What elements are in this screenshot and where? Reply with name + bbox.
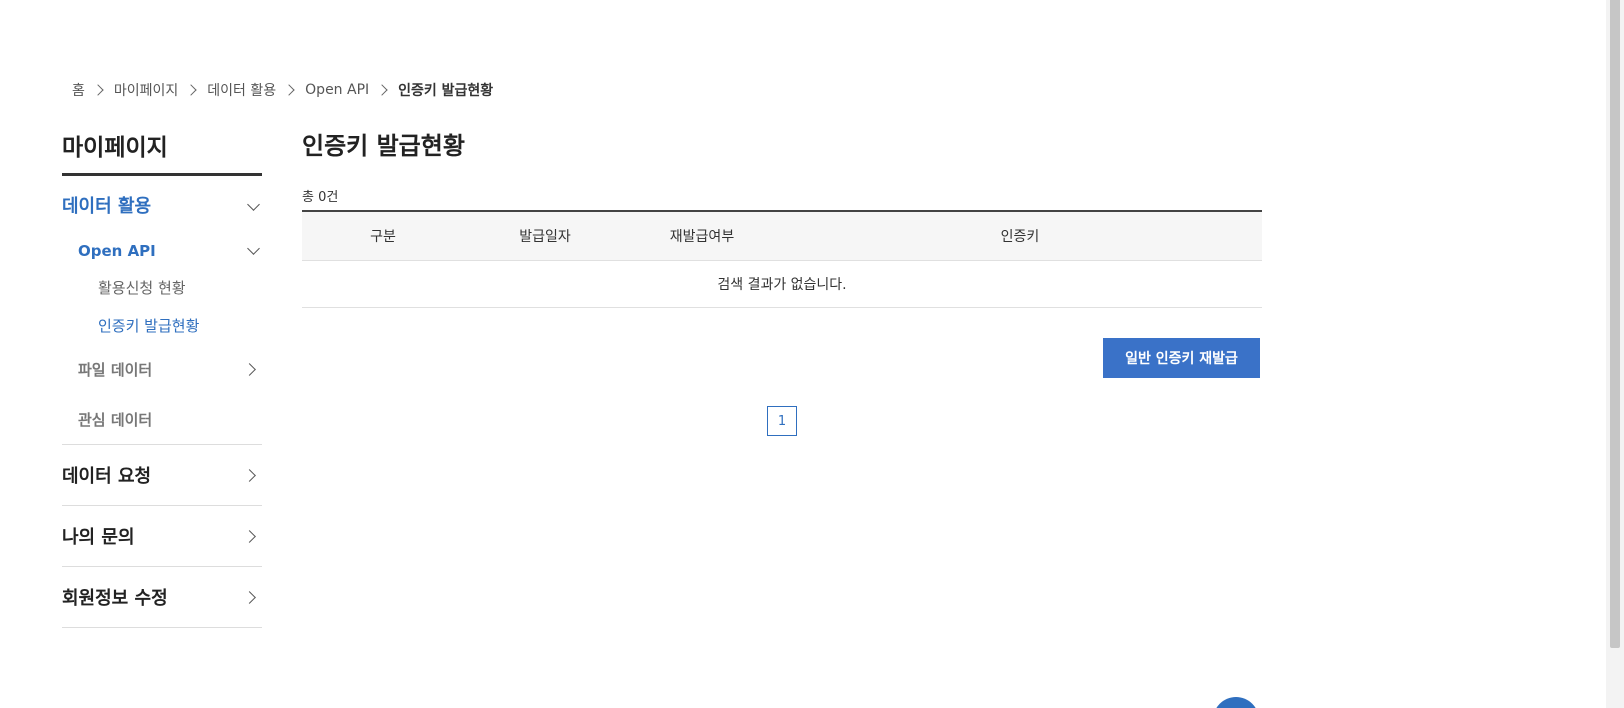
empty-message: 검색 결과가 없습니다. [302, 260, 1262, 308]
breadcrumb-data-use[interactable]: 데이터 활용 [207, 80, 276, 100]
scrollbar-thumb[interactable] [1610, 0, 1620, 648]
chevron-down-icon [247, 242, 260, 255]
chevron-right-icon [243, 363, 256, 376]
table-row: 검색 결과가 없습니다. [302, 260, 1262, 308]
sidebar-item-data-use[interactable]: 데이터 활용 [62, 176, 262, 234]
main-content: 인증키 발급현황 총 0건 구분 발급일자 재발급여부 인증키 검색 결과가 없… [302, 126, 1262, 436]
column-header-key: 인증키 [778, 210, 1262, 261]
result-count: 총 0건 [302, 190, 339, 205]
chevron-right-icon [376, 84, 388, 96]
table-header-row: 구분 발급일자 재발급여부 인증키 [302, 210, 1262, 261]
reissue-key-button[interactable]: 일반 인증키 재발급 [1103, 338, 1260, 378]
key-table: 구분 발급일자 재발급여부 인증키 검색 결과가 없습니다. [302, 210, 1262, 308]
breadcrumb-open-api[interactable]: Open API [305, 82, 369, 98]
breadcrumb-mypage[interactable]: 마이페이지 [114, 80, 178, 100]
column-header-category: 구분 [302, 210, 464, 261]
chevron-right-icon [283, 84, 295, 96]
sidebar-group-data-use: 데이터 활용 Open API 활용신청 현황 인증키 발급현황 파일 데이터 … [62, 176, 262, 445]
scroll-top-button[interactable] [1213, 697, 1259, 708]
sidebar-item-open-api[interactable]: Open API [62, 234, 262, 268]
sidebar-item-label: 데이터 요청 [62, 466, 152, 487]
column-header-reissue: 재발급여부 [626, 210, 778, 261]
page-number-current[interactable]: 1 [767, 406, 797, 436]
column-header-issue-date: 발급일자 [464, 210, 626, 261]
page: 홈 마이페이지 데이터 활용 Open API 인증키 발급현황 마이페이지 데… [0, 0, 1624, 708]
page-title: 인증키 발급현황 [302, 132, 465, 160]
chevron-right-icon [243, 591, 256, 604]
chevron-right-icon [243, 469, 256, 482]
sidebar-item-label: 데이터 활용 [62, 196, 152, 217]
sidebar-item-data-request[interactable]: 데이터 요청 [62, 445, 262, 506]
pagination: 1 [302, 406, 1262, 436]
breadcrumb: 홈 마이페이지 데이터 활용 Open API 인증키 발급현황 [72, 80, 493, 100]
action-row: 일반 인증키 재발급 [302, 308, 1262, 406]
sidebar-item-interest-data[interactable]: 관심 데이터 [62, 394, 262, 445]
sidebar-item-file-data[interactable]: 파일 데이터 [62, 344, 262, 394]
sidebar-item-label: 파일 데이터 [78, 360, 153, 379]
sidebar-item-member-edit[interactable]: 회원정보 수정 [62, 567, 262, 628]
scrollbar[interactable] [1606, 0, 1624, 708]
chevron-right-icon [92, 84, 104, 96]
sidebar-item-label: 회원정보 수정 [62, 588, 168, 609]
breadcrumb-home[interactable]: 홈 [72, 80, 85, 100]
sidebar-title: 마이페이지 [62, 126, 262, 176]
sidebar-item-label: Open API [78, 242, 156, 260]
chevron-right-icon [185, 84, 197, 96]
sidebar-item-label: 나의 문의 [62, 527, 135, 548]
breadcrumb-current: 인증키 발급현황 [398, 83, 494, 99]
sidebar-item-usage-status[interactable]: 활용신청 현황 [62, 268, 262, 306]
sidebar-item-my-inquiry[interactable]: 나의 문의 [62, 506, 262, 567]
sidebar: 마이페이지 데이터 활용 Open API 활용신청 현황 인증키 발급현황 파… [62, 126, 262, 628]
chevron-down-icon [247, 198, 260, 211]
sidebar-item-key-status[interactable]: 인증키 발급현황 [62, 306, 262, 344]
chevron-right-icon [243, 530, 256, 543]
